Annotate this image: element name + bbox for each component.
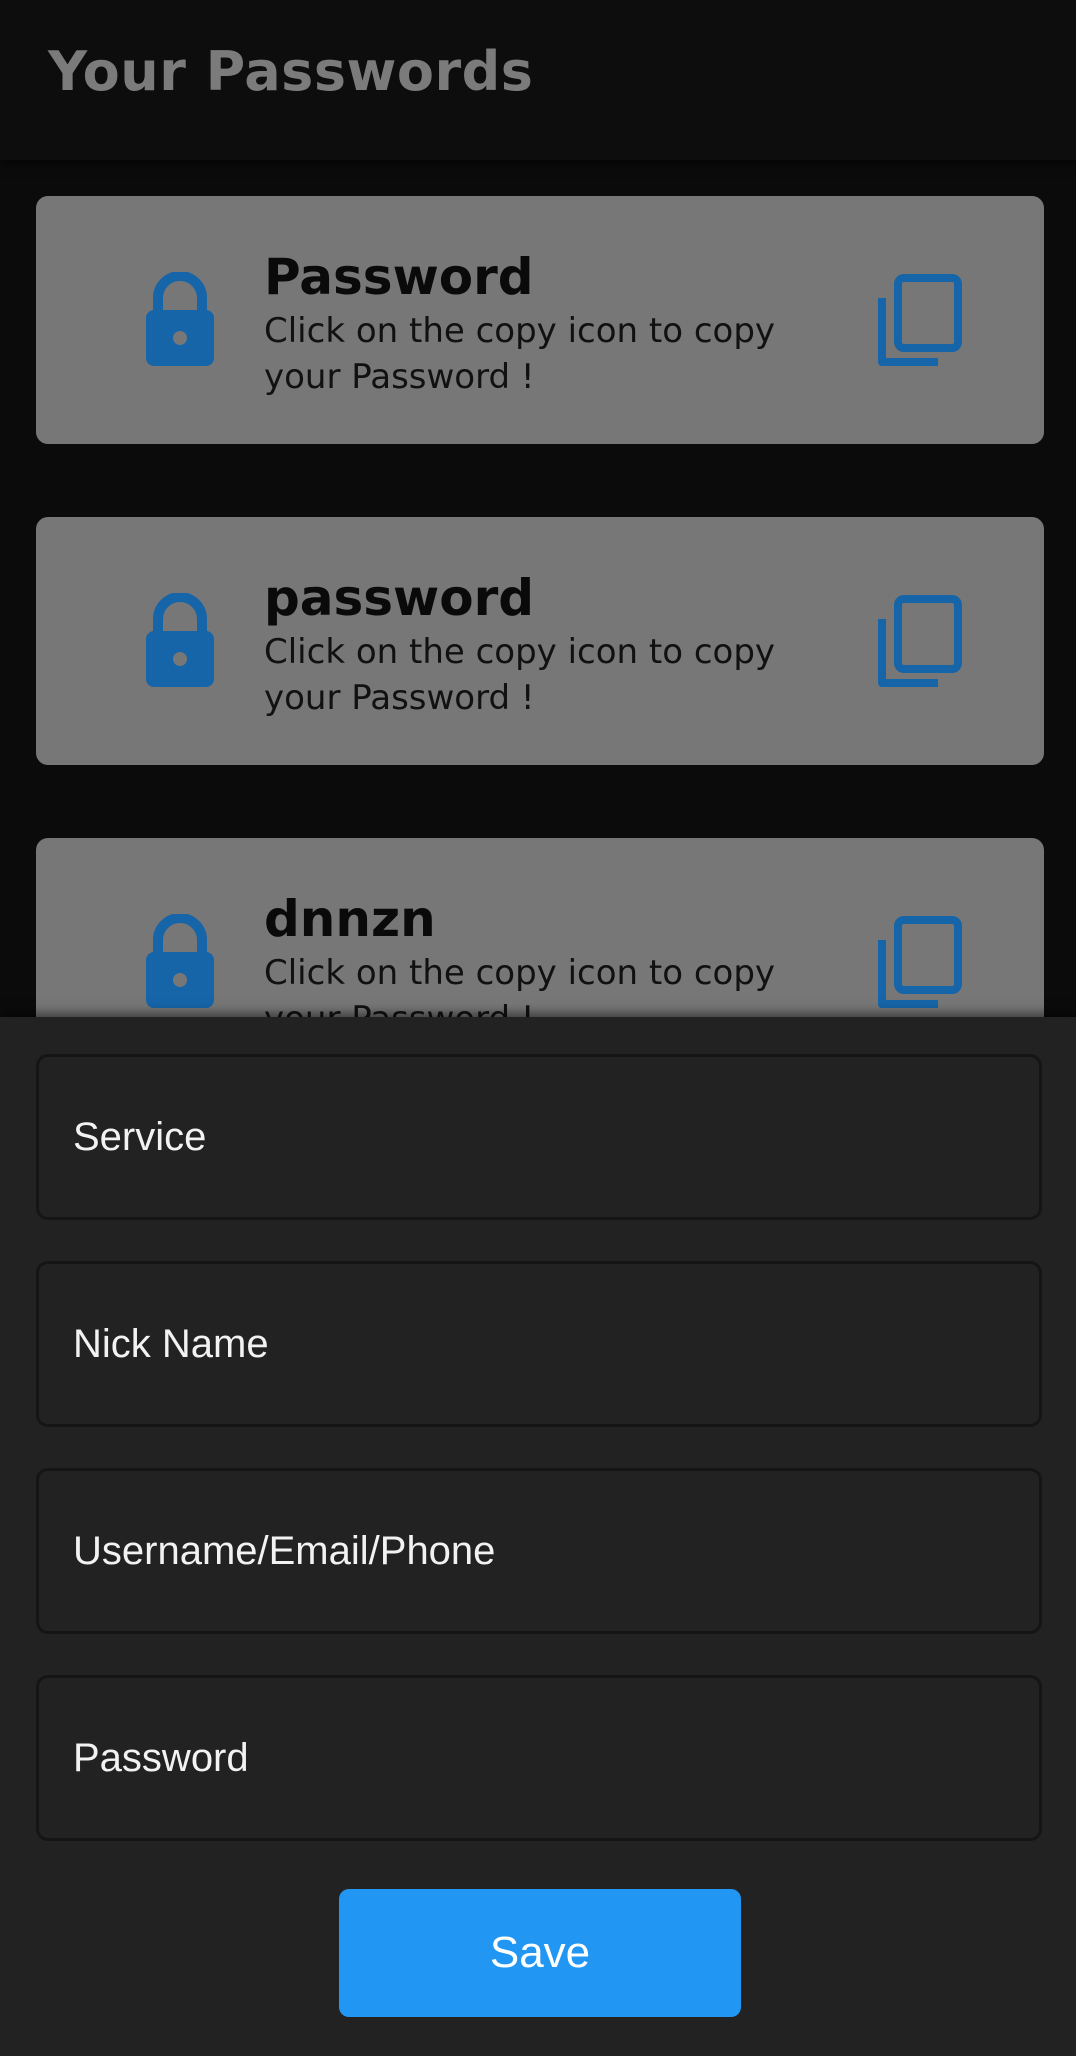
password-input[interactable] [39, 1678, 1039, 1838]
card-description: Click on the copy icon to copy your Pass… [264, 953, 776, 1017]
password-card[interactable]: dnnzn Click on the copy icon to copy you… [36, 838, 1044, 1017]
service-input[interactable] [39, 1057, 1039, 1217]
copy-icon[interactable] [874, 274, 962, 370]
username-input[interactable] [39, 1471, 1039, 1631]
password-card[interactable]: Password Click on the copy icon to copy … [36, 196, 1044, 444]
password-field[interactable] [36, 1675, 1042, 1841]
password-card[interactable]: password Click on the copy icon to copy … [36, 517, 1044, 765]
card-description: Click on the copy icon to copy your Pass… [264, 311, 776, 397]
app-bar: Your Passwords [0, 0, 1076, 160]
lock-icon [146, 272, 214, 366]
lock-icon [146, 593, 214, 687]
card-description: Click on the copy icon to copy your Pass… [264, 632, 776, 718]
username-field[interactable] [36, 1468, 1042, 1634]
card-title: password [264, 569, 535, 627]
card-title: Password [264, 248, 534, 306]
page-title: Your Passwords [48, 40, 534, 103]
add-password-sheet: Save [0, 1017, 1076, 2056]
nickname-input[interactable] [39, 1264, 1039, 1424]
lock-icon [146, 914, 214, 1008]
copy-icon[interactable] [874, 595, 962, 691]
service-field[interactable] [36, 1054, 1042, 1220]
nickname-field[interactable] [36, 1261, 1042, 1427]
card-title: dnnzn [264, 890, 436, 948]
save-button[interactable]: Save [339, 1889, 741, 2017]
copy-icon[interactable] [874, 916, 962, 1012]
password-list[interactable]: Password Click on the copy icon to copy … [0, 160, 1076, 1017]
